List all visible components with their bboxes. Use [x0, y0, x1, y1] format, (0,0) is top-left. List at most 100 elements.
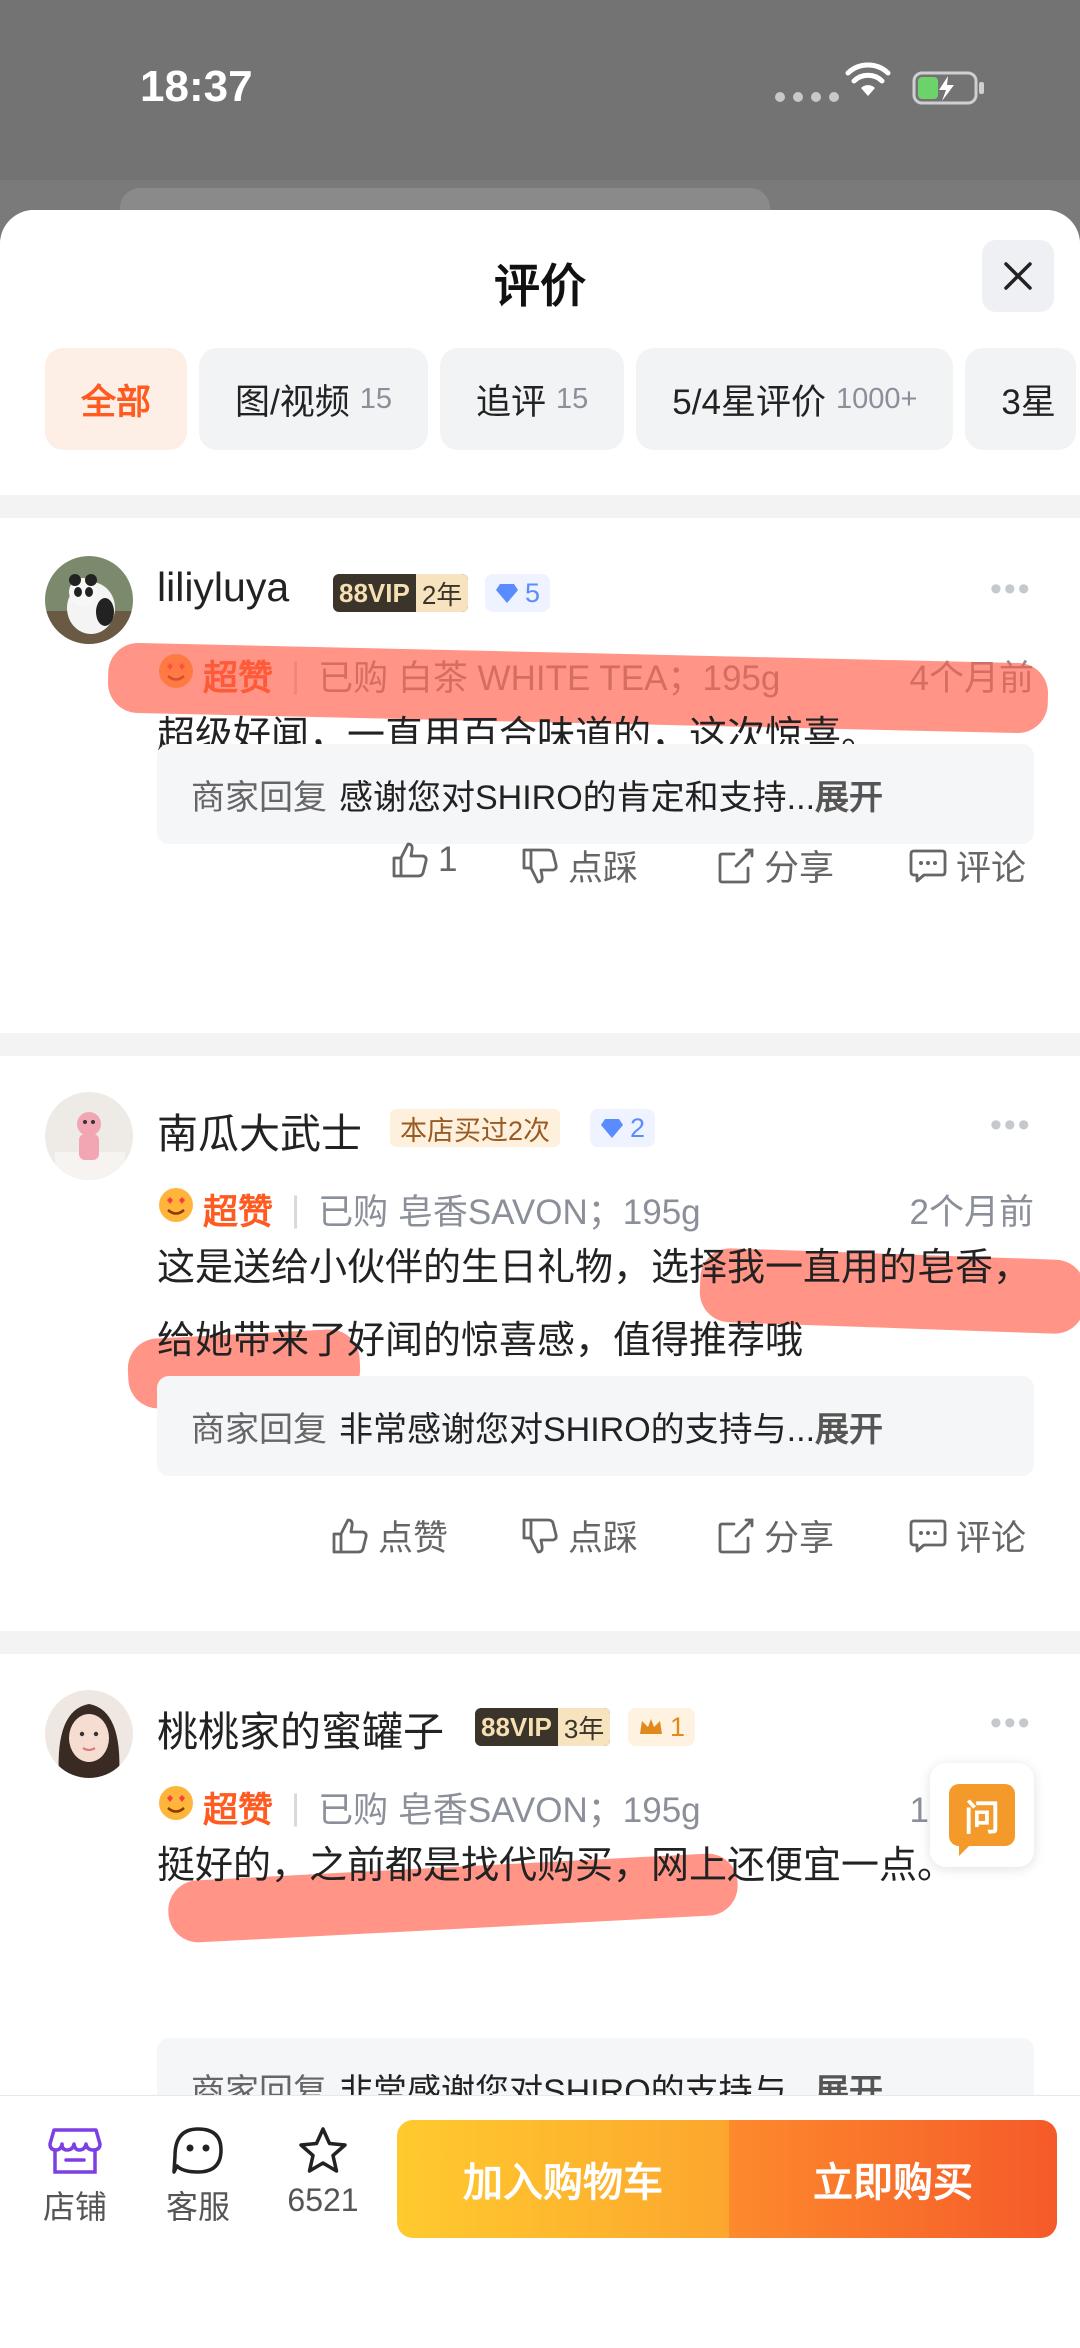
vip-years: 3年	[557, 1708, 611, 1746]
review-meta: 超赞 | 已购 皂香SAVON；195g	[157, 1782, 701, 1833]
username[interactable]: 南瓜大武士	[157, 1100, 362, 1160]
avatar[interactable]	[45, 556, 133, 644]
tab-follow-up[interactable]: 追评 15	[440, 348, 625, 450]
review-card: 南瓜大武士 本店买过2次 2 ••• 超赞 | 已购 皂香SAVON；195g …	[0, 1056, 1080, 1631]
thumbs-down-icon	[522, 848, 558, 883]
review-actions: 1 点踩 分享 评论	[0, 825, 1080, 888]
more-options-icon[interactable]: •••	[990, 1704, 1032, 1743]
dislike-label: 点踩	[568, 1519, 639, 1558]
avatar[interactable]	[45, 1092, 133, 1180]
comment-icon	[909, 849, 947, 882]
tab-photo-video[interactable]: 图/视频 15	[199, 348, 429, 450]
heart-eyes-icon	[157, 1784, 195, 1831]
signal-dots-icon	[775, 92, 839, 102]
bottom-action-bar: 店铺 客服 6521 加入购物车 立即购买	[0, 2095, 1080, 2348]
comment-label: 评论	[956, 849, 1027, 888]
diamond-level: 2	[630, 1112, 646, 1143]
tab-label: 全部	[81, 382, 152, 422]
service-label: 客服	[165, 2189, 230, 2225]
star-icon	[299, 2127, 347, 2173]
more-options-icon[interactable]: •••	[990, 1106, 1032, 1145]
wifi-icon	[845, 62, 891, 96]
rating-label: 超赞	[203, 659, 274, 698]
rating-label: 超赞	[203, 1193, 274, 1232]
favorite-count: 6521	[287, 2182, 359, 2218]
thumbs-up-icon	[332, 1518, 368, 1553]
share-button[interactable]: 分享	[716, 1510, 834, 1561]
diamond-level: 5	[525, 577, 541, 608]
username[interactable]: 桃桃家的蜜罐子	[157, 1698, 444, 1758]
comment-button[interactable]: 评论	[908, 840, 1026, 891]
tab-count: 15	[359, 382, 393, 415]
diamond-icon	[496, 584, 518, 603]
review-content: 挺好的，之前都是找代购买，网上还便宜一点。	[157, 1845, 956, 1887]
tab-5-4-star[interactable]: 5/4星评价 1000+	[636, 348, 954, 450]
battery-charging-icon	[912, 71, 984, 105]
buy-now-button[interactable]: 立即购买	[729, 2120, 1057, 2238]
review-meta: 超赞 | 已购 皂香SAVON；195g	[157, 1184, 701, 1235]
heart-eyes-icon	[157, 652, 195, 699]
avatar[interactable]	[45, 1690, 133, 1778]
share-label: 分享	[764, 849, 835, 888]
dislike-button[interactable]: 点踩	[520, 840, 638, 891]
88vip-badge: 88VIP 2年	[333, 574, 469, 612]
tab-count: 1000+	[835, 382, 918, 415]
crown-icon	[640, 1719, 662, 1734]
more-options-icon[interactable]: •••	[990, 570, 1032, 609]
close-button[interactable]	[982, 240, 1054, 312]
rating-label: 超赞	[203, 1791, 274, 1830]
add-to-cart-button[interactable]: 加入购物车	[397, 2120, 729, 2238]
expand-link[interactable]: 展开	[815, 770, 883, 819]
shop-label: 店铺	[42, 2189, 107, 2225]
review-meta: 超赞 | 已购 白茶 WHITE TEA；195g	[157, 650, 780, 701]
tab-all[interactable]: 全部	[45, 348, 188, 450]
diamond-icon	[601, 1119, 623, 1138]
shop-button[interactable]: 店铺	[20, 2126, 130, 2228]
like-button[interactable]: 点赞	[330, 1510, 448, 1561]
username[interactable]: liliyluya	[157, 564, 289, 611]
diamond-badge: 5	[485, 574, 551, 612]
review-card: liliyluya 88VIP 2年 5 ••• 超赞 | 已购 白茶 WHIT…	[0, 518, 1080, 1033]
thumbs-up-icon	[392, 842, 428, 878]
dislike-button[interactable]: 点踩	[520, 1510, 638, 1561]
tab-count: 15	[556, 382, 589, 415]
ask-question-button[interactable]: 问	[930, 1763, 1034, 1867]
crown-badge: 1	[628, 1708, 696, 1746]
merchant-reply[interactable]: 商家回复 非常感谢您对SHIRO的支持与... 展开	[157, 1376, 1034, 1476]
review-card: 桃桃家的蜜罐子 88VIP 3年 1 ••• 超赞 | 已购 皂香SAVON；1…	[0, 1654, 1080, 2154]
review-content: 这是送给小伙伴的生日礼物，选择我一直用的皂香，给她带来了好闻的惊喜感，值得推荐哦	[157, 1247, 1032, 1362]
expand-link[interactable]: 展开	[815, 1402, 883, 1451]
comment-button[interactable]: 评论	[908, 1510, 1026, 1561]
reply-text: 感谢您对SHIRO的肯定和支持...	[339, 778, 816, 817]
share-icon	[718, 848, 754, 883]
review-time: 2个月前	[909, 1193, 1034, 1232]
diamond-badge: 2	[590, 1109, 656, 1147]
meta-divider: |	[291, 1787, 301, 1827]
share-button[interactable]: 分享	[716, 840, 834, 891]
like-button[interactable]: 1	[390, 840, 457, 880]
reply-text: 非常感谢您对SHIRO的支持与...	[339, 1410, 816, 1449]
purchased-variant: 已购 皂香SAVON；195g	[318, 1193, 701, 1232]
filter-tabs: 全部 图/视频 15 追评 15 5/4星评价 1000+ 3星	[45, 348, 1076, 450]
reply-label: 商家回复	[191, 1410, 327, 1449]
comment-icon	[909, 1519, 947, 1552]
review-time: 4个月前	[909, 659, 1034, 698]
repeat-buyer-badge: 本店买过2次	[390, 1109, 561, 1147]
review-actions: 点赞 点踩 分享 评论	[0, 1510, 1080, 1570]
customer-service-button[interactable]: 客服	[143, 2126, 253, 2228]
purchased-variant: 已购 皂香SAVON；195g	[318, 1791, 701, 1830]
sheet-header: 评价 全部 图/视频 15 追评 15 5/4星评价 1000+ 3星	[0, 210, 1080, 495]
share-icon	[718, 1518, 754, 1553]
favorite-button[interactable]: 6521	[268, 2126, 378, 2219]
tab-3-star[interactable]: 3星	[965, 348, 1076, 450]
like-count: 1	[438, 840, 458, 879]
meta-divider: |	[291, 1189, 301, 1229]
close-icon	[1004, 262, 1032, 290]
tab-label: 5/4星评价	[672, 382, 826, 422]
comment-label: 评论	[956, 1519, 1027, 1558]
crown-level: 1	[670, 1711, 686, 1742]
share-label: 分享	[764, 1519, 835, 1558]
reply-label: 商家回复	[191, 778, 327, 817]
sheet-title: 评价	[494, 260, 586, 312]
tab-label: 图/视频	[235, 382, 350, 422]
